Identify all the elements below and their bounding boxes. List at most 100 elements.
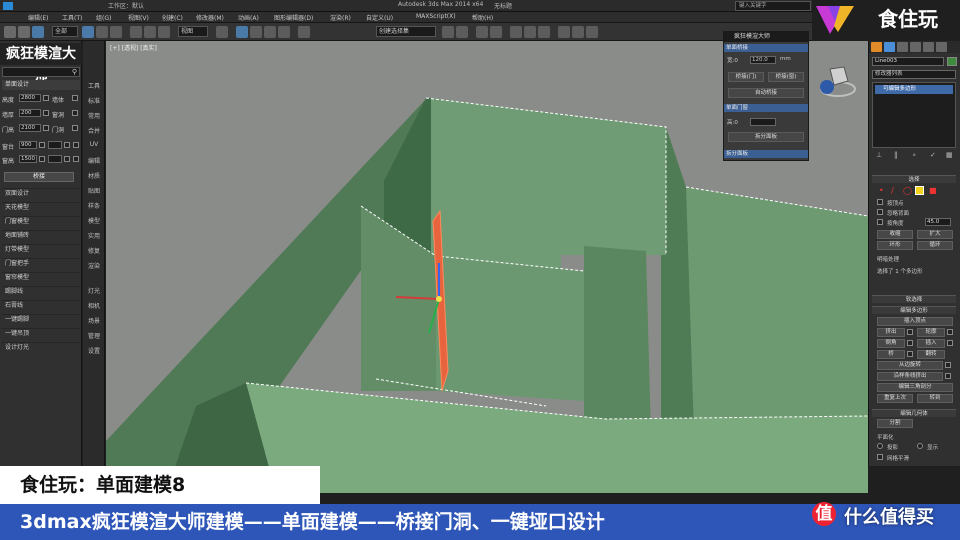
menu-views[interactable]: 视图(V) xyxy=(128,13,149,22)
category-item[interactable]: 渲染 xyxy=(85,261,103,270)
bridge-button[interactable]: 桥接 xyxy=(4,172,74,182)
spinner-snap-icon[interactable] xyxy=(278,26,290,38)
snap-icon[interactable] xyxy=(236,26,248,38)
checkbox[interactable] xyxy=(877,454,883,460)
redo-icon[interactable] xyxy=(18,26,30,38)
select-object-icon[interactable] xyxy=(82,26,94,38)
category-item[interactable]: 相机 xyxy=(85,301,103,310)
repeat-last-button[interactable]: 重复上次 xyxy=(877,394,913,403)
rollout-edit-polygons[interactable]: 编辑多边形 xyxy=(872,306,956,314)
flip-button[interactable]: 翻转 xyxy=(917,350,945,359)
checkbox[interactable] xyxy=(64,142,70,148)
utilities-tab-icon[interactable] xyxy=(936,42,947,52)
extrude-button[interactable]: 挤出 xyxy=(877,328,905,337)
dialog-title[interactable]: 疯狂模渲大师 xyxy=(724,32,808,42)
rectangle-select-icon[interactable] xyxy=(110,26,122,38)
menu-graph-editors[interactable]: 图形编辑器(D) xyxy=(274,13,313,22)
list-item[interactable]: 窗帘模型 xyxy=(2,272,80,282)
category-item[interactable]: 常用 xyxy=(85,111,103,120)
app-icon[interactable] xyxy=(3,2,13,10)
ring-button[interactable]: 环形 xyxy=(877,241,913,250)
mirror-icon[interactable] xyxy=(442,26,454,38)
edit-named-selection-icon[interactable] xyxy=(298,26,310,38)
list-item[interactable]: 天花模型 xyxy=(2,202,80,212)
render-setup-icon[interactable] xyxy=(558,26,570,38)
display-tab-icon[interactable] xyxy=(923,42,934,52)
category-item[interactable]: 设置 xyxy=(85,346,103,355)
category-item[interactable]: 灯光 xyxy=(85,286,103,295)
rollout-edit-geometry[interactable]: 编辑几何体 xyxy=(872,409,956,417)
category-item[interactable]: 样条 xyxy=(85,201,103,210)
category-item[interactable]: 合并 xyxy=(85,126,103,135)
list-item[interactable]: 门窗把手 xyxy=(2,258,80,268)
auto-bridge-button[interactable]: 自动桥接 xyxy=(728,88,804,98)
edge-icon[interactable]: ∕ xyxy=(891,186,894,195)
checkbox[interactable] xyxy=(73,142,79,148)
category-item[interactable]: 编辑 xyxy=(85,156,103,165)
bevel-button[interactable]: 倒角 xyxy=(877,339,905,348)
reference-coordinate-dropdown[interactable]: 视图 xyxy=(178,26,208,37)
section-header-single-face[interactable]: 单面设计 xyxy=(2,80,80,90)
schematic-view-icon[interactable] xyxy=(524,26,536,38)
checkbox[interactable] xyxy=(72,125,78,131)
settings-box[interactable] xyxy=(907,340,913,346)
width-input[interactable]: 120.0 xyxy=(750,56,776,64)
edit-triangulation-button[interactable]: 编辑三角剖分 xyxy=(877,383,953,392)
undo-icon[interactable] xyxy=(4,26,16,38)
menu-rendering[interactable]: 渲染(R) xyxy=(330,13,351,22)
rotate-icon[interactable] xyxy=(144,26,156,38)
menu-modifiers[interactable]: 修改器(M) xyxy=(196,13,224,22)
material-editor-icon[interactable] xyxy=(538,26,550,38)
wall-thickness-input[interactable]: 200 xyxy=(19,109,41,117)
settings-box[interactable] xyxy=(907,351,913,357)
named-selection-dropdown[interactable]: 创建选择集 xyxy=(376,26,436,37)
checkbox[interactable] xyxy=(877,209,883,215)
list-item[interactable]: 地面铺砖 xyxy=(2,230,80,240)
show-end-result-icon[interactable]: ‖ xyxy=(894,151,898,159)
category-item[interactable]: 材质 xyxy=(85,171,103,180)
list-item[interactable]: 设计灯光 xyxy=(2,342,80,352)
vertex-icon[interactable]: • xyxy=(879,186,884,195)
loop-button[interactable]: 循环 xyxy=(917,241,953,250)
menu-help[interactable]: 帮助(H) xyxy=(472,13,493,22)
category-item[interactable]: 场景 xyxy=(85,316,103,325)
element-icon[interactable]: ■ xyxy=(929,186,937,195)
hinge-from-edge-button[interactable]: 从边旋转 xyxy=(877,361,943,370)
category-item[interactable]: 管理 xyxy=(85,331,103,340)
radio-button[interactable] xyxy=(917,443,923,449)
height-input[interactable]: 2800 xyxy=(19,94,41,102)
bridge-door-button[interactable]: 桥接(门) xyxy=(728,72,764,82)
checkbox[interactable] xyxy=(877,199,883,205)
category-item[interactable]: 模型 xyxy=(85,216,103,225)
list-item[interactable]: 一键吊顶 xyxy=(2,328,80,338)
category-item[interactable]: 标准 xyxy=(85,96,103,105)
menu-tools[interactable]: 工具(T) xyxy=(62,13,82,22)
scale-icon[interactable] xyxy=(158,26,170,38)
border-icon[interactable]: ◯ xyxy=(903,186,912,195)
menu-group[interactable]: 组(G) xyxy=(96,13,111,22)
checkbox[interactable] xyxy=(72,95,78,101)
checkbox[interactable] xyxy=(72,110,78,116)
angle-snap-icon[interactable] xyxy=(250,26,262,38)
hierarchy-tab-icon[interactable] xyxy=(897,42,908,52)
bridge-poly-button[interactable]: 桥 xyxy=(877,350,905,359)
sill-height-input[interactable]: 900 xyxy=(19,141,37,149)
modify-tab-icon[interactable] xyxy=(884,42,895,52)
list-item[interactable]: 石膏线 xyxy=(2,300,80,310)
split-button[interactable]: 分割 xyxy=(877,419,913,428)
list-item[interactable]: 一键踢脚 xyxy=(2,314,80,324)
menu-maxscript[interactable]: MAXScript(X) xyxy=(416,13,456,20)
settings-box[interactable] xyxy=(947,329,953,335)
angle-spinner[interactable]: 45.0 xyxy=(925,218,951,226)
settings-box[interactable] xyxy=(947,340,953,346)
dialog-section[interactable]: 拆分面板 xyxy=(724,150,808,158)
select-by-name-icon[interactable] xyxy=(96,26,108,38)
radio-button[interactable] xyxy=(877,443,883,449)
grow-button[interactable]: 扩大 xyxy=(917,230,953,239)
aux-input[interactable] xyxy=(48,141,62,149)
list-item[interactable]: 双面设计 xyxy=(2,188,80,198)
make-unique-icon[interactable]: ∘ xyxy=(912,151,916,159)
category-item[interactable]: 贴图 xyxy=(85,186,103,195)
door-height-input[interactable]: 2100 xyxy=(19,124,41,132)
configure-modifier-icon[interactable]: ▦ xyxy=(946,151,953,159)
